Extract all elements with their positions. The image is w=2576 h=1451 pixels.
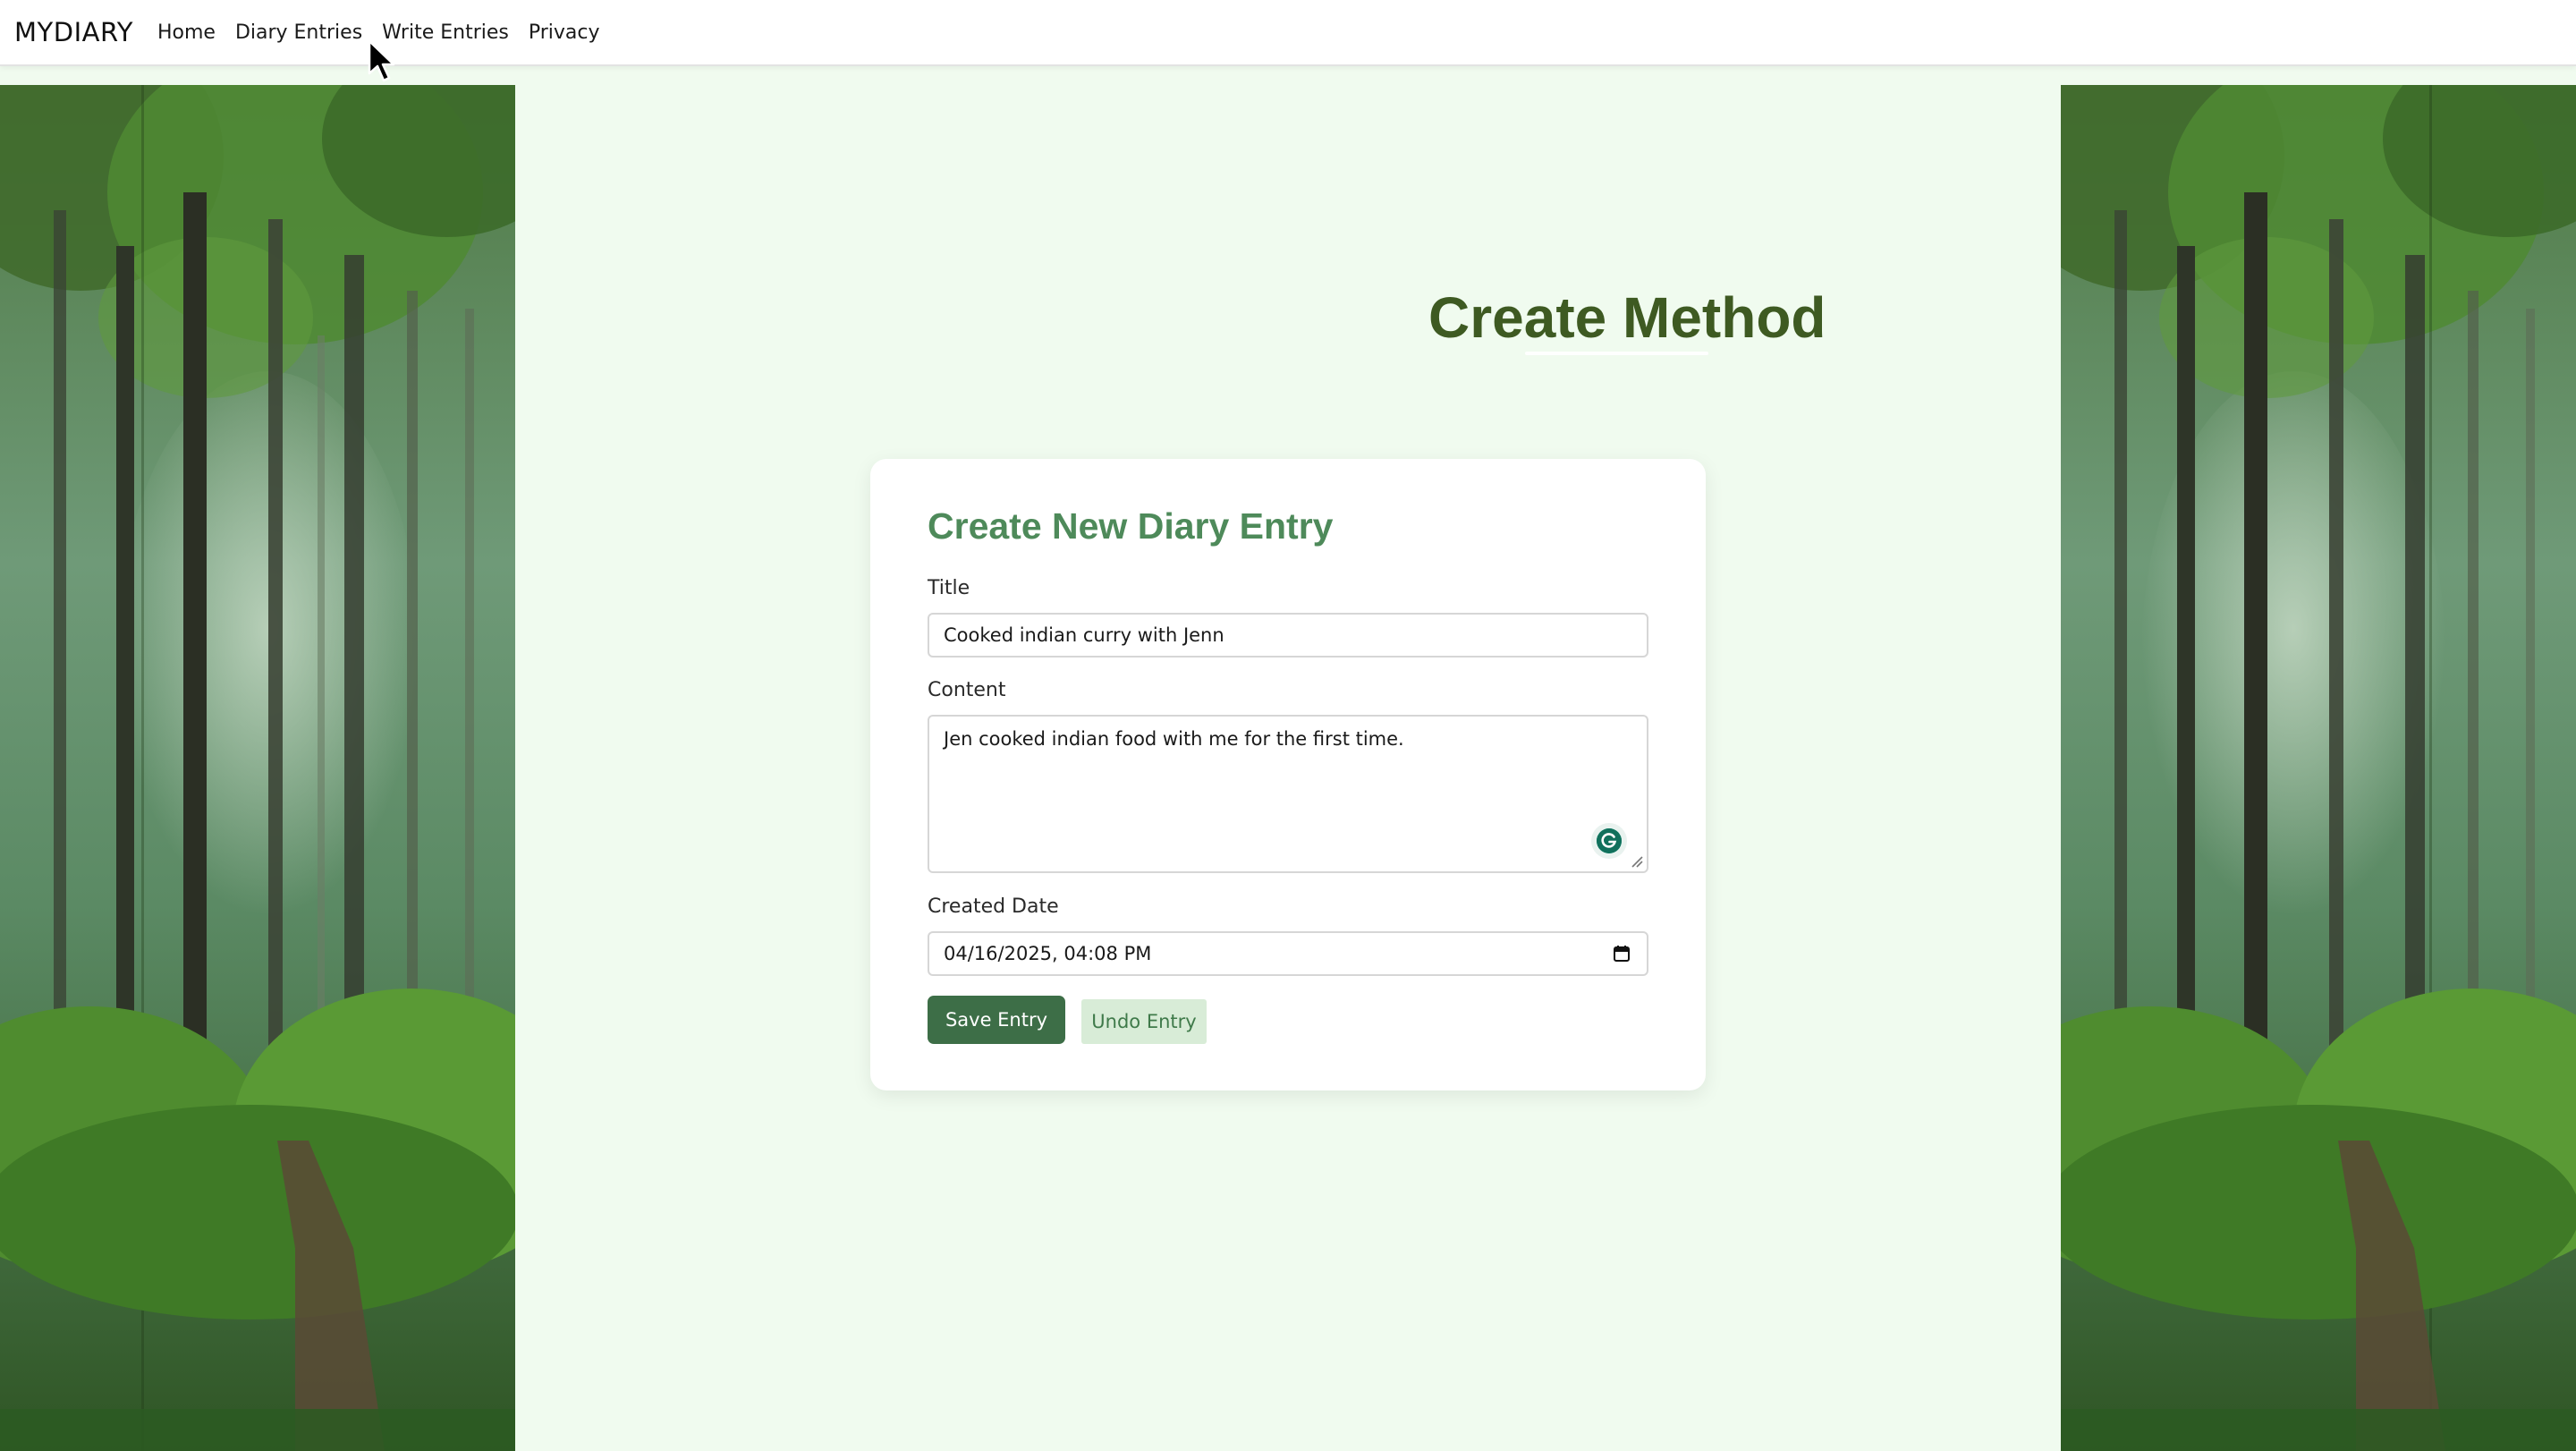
grammarly-icon[interactable] <box>1591 823 1627 859</box>
calendar-icon[interactable] <box>1613 945 1631 963</box>
content-textarea[interactable]: Jen cooked indian food with me for the f… <box>928 715 1648 873</box>
resize-handle-icon[interactable] <box>1631 855 1643 868</box>
nav-link-privacy[interactable]: Privacy <box>519 21 610 44</box>
brand-logo-link[interactable]: MYDIARY <box>14 17 133 47</box>
created-date-label: Created Date <box>928 895 1059 918</box>
mouse-cursor-icon <box>368 39 395 82</box>
page-heading: Create Method <box>1428 285 1826 350</box>
diary-entry-form-card: Create New Diary Entry Title Cooked indi… <box>870 459 1706 1090</box>
save-entry-button[interactable]: Save Entry <box>928 996 1065 1044</box>
title-label: Title <box>928 577 970 599</box>
date-value: 04/16/2025, 04:08 PM <box>944 943 1152 964</box>
undo-entry-button[interactable]: Undo Entry <box>1081 999 1207 1044</box>
content-text: Jen cooked indian food with me for the f… <box>944 728 1404 750</box>
forest-background-left <box>0 85 515 1451</box>
form-title: Create New Diary Entry <box>928 505 1334 547</box>
heading-underline <box>1525 352 1708 355</box>
title-input[interactable]: Cooked indian curry with Jenn <box>928 613 1648 658</box>
forest-background-right <box>2061 85 2576 1451</box>
nav-link-home[interactable]: Home <box>148 21 225 44</box>
nav-link-diary-entries[interactable]: Diary Entries <box>225 21 372 44</box>
content-label: Content <box>928 679 1006 701</box>
created-date-input[interactable]: 04/16/2025, 04:08 PM <box>928 931 1648 976</box>
